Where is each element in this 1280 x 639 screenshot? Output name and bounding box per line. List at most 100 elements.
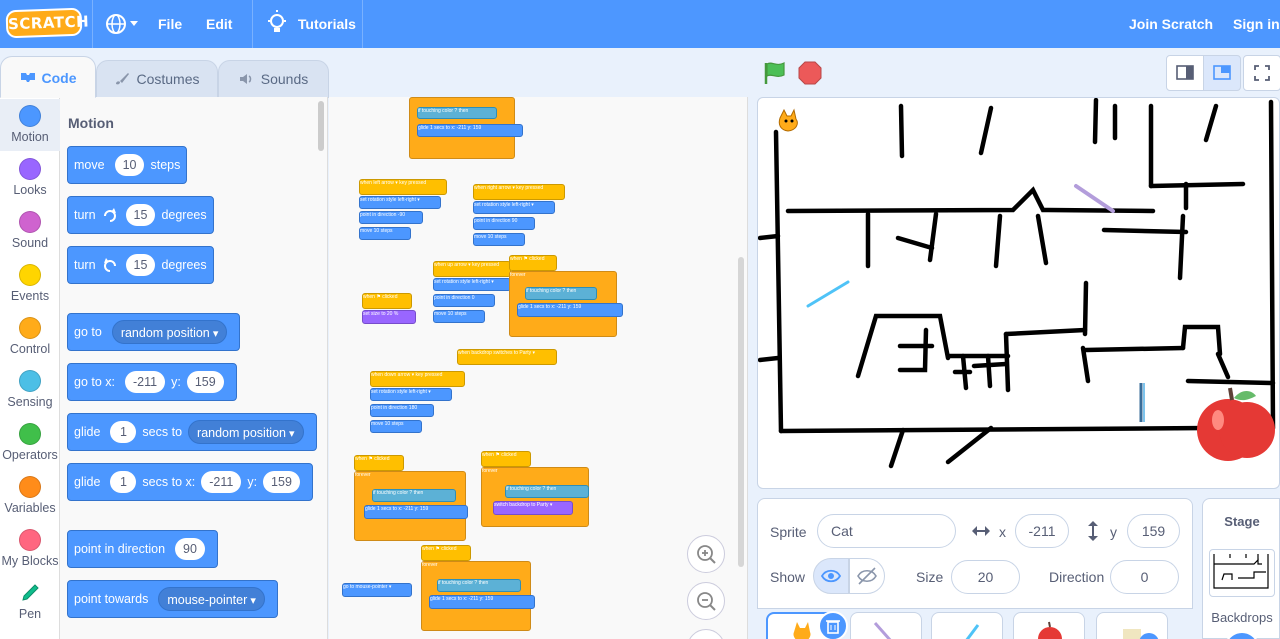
script-block[interactable]: when backdrop switches to Party ▾	[457, 349, 557, 365]
script-block[interactable]: if touching color ? then	[417, 107, 497, 119]
green-flag-icon[interactable]	[762, 60, 788, 86]
large-stage-button[interactable]	[1203, 55, 1241, 91]
block-turn-left[interactable]: turn 15 degrees	[67, 246, 214, 284]
choose-backdrop-button[interactable]	[1224, 631, 1260, 639]
direction-input[interactable]: 90	[175, 538, 205, 560]
block-glide[interactable]: glide 1 secs to random position	[67, 413, 317, 451]
zoom-out-button[interactable]	[687, 582, 725, 620]
script-block[interactable]: move 10 steps	[359, 227, 411, 240]
tab-code[interactable]: Code	[0, 56, 96, 98]
delete-sprite-button[interactable]	[818, 611, 848, 639]
show-visible-button[interactable]	[813, 558, 849, 594]
script-block[interactable]: if touching color ? then	[372, 489, 456, 502]
category-motion[interactable]: Motion	[0, 99, 60, 151]
y-input[interactable]: 159	[263, 471, 300, 493]
script-block[interactable]: when up arrow ▾ key pressed	[433, 261, 511, 277]
script-block[interactable]: set rotation style left-right ▾	[370, 388, 452, 401]
x-position-input[interactable]: -211	[1015, 514, 1069, 548]
small-stage-button[interactable]	[1166, 55, 1204, 91]
script-block[interactable]: point in direction -90	[359, 211, 423, 224]
script-block[interactable]: set rotation style left-right ▾	[473, 201, 555, 214]
block-point-in-direction[interactable]: point in direction 90	[67, 530, 218, 568]
glide-target-dropdown[interactable]: random position	[188, 420, 304, 444]
category-variables[interactable]: Variables	[0, 470, 60, 522]
degrees-input[interactable]: 15	[125, 204, 156, 226]
block-glide-xy[interactable]: glide 1 secs to x: -211 y: 159	[67, 463, 313, 501]
script-block[interactable]: when ⚑ clicked	[481, 451, 531, 467]
y-input[interactable]: 159	[186, 371, 224, 393]
script-block[interactable]: if touching color ? then	[437, 579, 521, 592]
steps-input[interactable]: 10	[114, 154, 145, 176]
category-operators[interactable]: Operators	[0, 417, 60, 469]
palette-scrollbar[interactable]	[318, 101, 324, 151]
stop-sign-icon[interactable]	[798, 61, 822, 85]
script-block[interactable]: glide 1 secs to x: -211 y: 159	[429, 595, 535, 609]
script-block[interactable]: point in direction 180	[370, 404, 434, 417]
towards-target-dropdown[interactable]: mouse-pointer	[158, 587, 265, 611]
block-turn-right[interactable]: turn 15 degrees	[67, 196, 214, 234]
script-block[interactable]: glide 1 secs to x: -211 y: 159	[517, 303, 623, 317]
script-block[interactable]: when ⚑ clicked	[362, 293, 412, 309]
script-block[interactable]: set rotation style left-right ▾	[433, 278, 511, 291]
degrees-input[interactable]: 15	[125, 254, 156, 276]
scratch-logo[interactable]: SCRATCH	[5, 7, 89, 39]
script-block[interactable]: when ⚑ clicked	[354, 455, 404, 471]
sprite-tile-apple[interactable]	[1013, 612, 1085, 639]
stage-canvas[interactable]	[757, 97, 1280, 489]
block-point-towards[interactable]: point towards mouse-pointer	[67, 580, 278, 618]
secs-input[interactable]: 1	[110, 471, 137, 493]
block-move[interactable]: move 10 steps	[67, 146, 188, 184]
tutorials-button[interactable]: Tutorials	[266, 0, 356, 48]
show-hidden-button[interactable]	[849, 558, 885, 594]
size-input[interactable]: 20	[951, 560, 1020, 594]
script-area[interactable]: if touching color ? then glide 1 secs to…	[329, 97, 748, 639]
script-block[interactable]: move 10 steps	[370, 420, 422, 433]
tab-costumes[interactable]: Costumes	[96, 60, 218, 98]
sprite-tile-purple-line[interactable]	[850, 612, 922, 639]
x-input[interactable]: -211	[201, 471, 242, 493]
secs-input[interactable]: 1	[110, 421, 137, 443]
script-block[interactable]: switch backdrop to Party ▾	[493, 501, 573, 515]
script-block[interactable]: glide 1 secs to x: -211 y: 159	[417, 124, 523, 137]
script-scrollbar[interactable]	[738, 257, 744, 567]
zoom-reset-button[interactable]	[687, 629, 725, 639]
block-go-to-xy[interactable]: go to x: -211 y: 159	[67, 363, 237, 401]
language-menu[interactable]	[104, 0, 140, 48]
edit-menu[interactable]: Edit	[206, 0, 232, 48]
script-block[interactable]: glide 1 secs to x: -211 y: 159	[364, 505, 468, 519]
script-block[interactable]: set rotation style left-right ▾	[359, 196, 441, 209]
script-block[interactable]: when right arrow ▾ key pressed	[473, 184, 565, 200]
goto-target-dropdown[interactable]: random position	[111, 320, 228, 344]
zoom-in-button[interactable]	[687, 535, 725, 573]
sprite-tile-party[interactable]	[1096, 612, 1168, 639]
category-sensing[interactable]: Sensing	[0, 364, 60, 416]
script-block[interactable]: when ⚑ clicked	[509, 255, 557, 271]
script-block[interactable]: point in direction 0	[433, 294, 495, 307]
fullscreen-button[interactable]	[1243, 55, 1280, 91]
category-events[interactable]: Events	[0, 258, 60, 310]
x-input[interactable]: -211	[125, 371, 166, 393]
sprite-name-input[interactable]: Cat	[817, 514, 956, 548]
category-control[interactable]: Control	[0, 311, 60, 363]
script-block[interactable]: when down arrow ▾ key pressed	[370, 371, 465, 387]
script-block[interactable]: move 10 steps	[433, 310, 485, 323]
script-block[interactable]: set size to 20 %	[362, 310, 416, 324]
script-block[interactable]: if touching color ? then	[505, 485, 589, 498]
script-block[interactable]: point in direction 90	[473, 217, 535, 230]
sign-in-link[interactable]: Sign in	[1233, 0, 1280, 48]
sprite-tile-blue-line[interactable]	[931, 612, 1003, 639]
join-scratch-link[interactable]: Join Scratch	[1129, 0, 1213, 48]
category-my-blocks[interactable]: My Blocks	[0, 523, 60, 575]
direction-input[interactable]: 0	[1110, 560, 1179, 594]
script-block[interactable]: move 10 steps	[473, 233, 525, 246]
block-go-to[interactable]: go to random position	[67, 313, 241, 351]
script-block[interactable]: when ⚑ clicked	[421, 545, 471, 561]
y-position-input[interactable]: 159	[1127, 514, 1180, 548]
category-sound[interactable]: Sound	[0, 205, 60, 257]
backdrop-thumbnail[interactable]	[1209, 549, 1275, 597]
script-block[interactable]: go to mouse-pointer ▾	[342, 583, 412, 597]
file-menu[interactable]: File	[158, 0, 182, 48]
script-block[interactable]: if touching color ? then	[525, 287, 597, 300]
stage-pane[interactable]: Stage Backdrops	[1202, 498, 1280, 639]
category-pen[interactable]: Pen	[0, 576, 60, 628]
